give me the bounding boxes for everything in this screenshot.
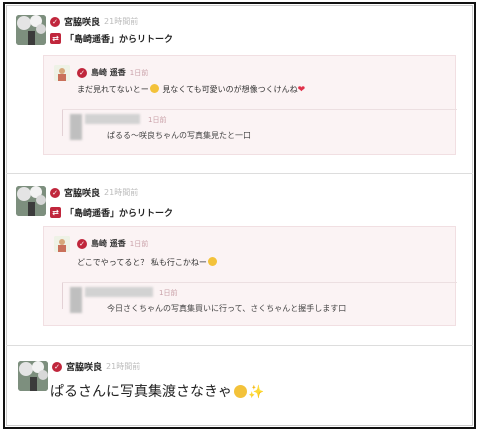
post-text-content: ぱるさんに写真集渡さなきゃ: [50, 384, 232, 400]
timestamp: 1日前: [129, 239, 149, 248]
retalk-label[interactable]: 「島崎遥香」からリトーク: [65, 32, 173, 45]
quoted-text-part: 見なくても可愛いのが想像つくけんね: [162, 85, 298, 94]
quoted-author-name[interactable]: 島崎 遥香: [91, 238, 126, 249]
retalk-icon: ⇄: [50, 207, 61, 218]
retalk-row: ⇄ 「島崎遥香」からリトーク: [50, 206, 173, 219]
verified-badge-icon: ✓: [77, 67, 87, 78]
retalk-row: ⇄ 「島崎遥香」からリトーク: [50, 32, 173, 45]
avatar[interactable]: [16, 15, 46, 45]
timestamp: 21時間前: [106, 362, 141, 371]
quoted-post[interactable]: ✓ 島崎 遥香 1日前 どこでやってると？ 私も行こかねー 1日前 今日さくちゃ…: [43, 226, 457, 326]
nested-text: ぱるる〜咲良ちゃんの写真集見たと一口: [107, 131, 251, 140]
quoted-author-row: ✓ 島崎 遥香 1日前: [77, 67, 148, 78]
blurred-name: [85, 287, 153, 297]
nested-quoted-post[interactable]: 1日前 今日さくちゃんの写真集買いに行って、さくちゃんと握手します口: [62, 282, 457, 325]
avatar[interactable]: [16, 186, 46, 216]
smiley-emoji-icon: [234, 385, 247, 398]
post: ✓ 宮脇咲良 21時間前 ⇄ 「島崎遥香」からリトーク ✓ 島崎 遥香 1日前 …: [10, 186, 466, 336]
verified-badge-icon: ✓: [50, 187, 60, 198]
timestamp: 21時間前: [104, 188, 139, 197]
post: ✓ 宮脇咲良 21時間前 ⇄ 「島崎遥香」からリトーク ✓ 島崎 遥香 1日前 …: [10, 15, 466, 165]
timestamp: 21時間前: [104, 17, 139, 26]
author-row: ✓ 宮脇咲良 21時間前: [50, 186, 138, 199]
verified-badge-icon: ✓: [52, 361, 62, 372]
quote-bar: [62, 283, 63, 309]
author-name[interactable]: 宮脇咲良: [64, 15, 100, 28]
nested-quoted-post[interactable]: 1日前 ぱるる〜咲良ちゃんの写真集見たと一口: [62, 109, 457, 152]
avatar[interactable]: [18, 361, 48, 391]
quoted-author-row: ✓ 島崎 遥香 1日前: [77, 238, 148, 249]
smiley-emoji-icon: [207, 257, 217, 266]
timestamp: 1日前: [129, 68, 149, 77]
author-row: ✓ 宮脇咲良 21時間前: [52, 360, 140, 373]
quoted-post[interactable]: ✓ 島崎 遥香 1日前 まだ見れてないとー 見なくても可愛いのが想像つくけんね❤…: [43, 55, 457, 155]
verified-badge-icon: ✓: [50, 16, 60, 27]
blurred-avatar: [70, 287, 82, 313]
verified-badge-icon: ✓: [77, 238, 87, 249]
retalk-icon: ⇄: [50, 33, 61, 44]
retalk-label[interactable]: 「島崎遥香」からリトーク: [65, 206, 173, 219]
sparkles-emoji-icon: ✨: [248, 385, 265, 400]
avatar[interactable]: [54, 236, 70, 252]
avatar[interactable]: [54, 65, 70, 81]
quoted-text-part: どこでやってると？ 私も行こかねー: [77, 258, 207, 267]
author-row: ✓ 宮脇咲良 21時間前: [50, 15, 138, 28]
author-name[interactable]: 宮脇咲良: [66, 360, 102, 373]
blurred-name: [85, 114, 140, 124]
nested-text: 今日さくちゃんの写真集買いに行って、さくちゃんと握手します口: [107, 304, 347, 313]
post-text: ぱるさんに写真集渡さなきゃ ✨: [50, 381, 264, 401]
timestamp: 1日前: [148, 116, 167, 124]
quoted-text: まだ見れてないとー 見なくても可愛いのが想像つくけんね❤: [77, 84, 305, 95]
heart-emoji-icon: ❤: [297, 85, 306, 95]
quote-bar: [62, 110, 63, 136]
timestamp: 1日前: [159, 289, 178, 297]
quoted-text-part: まだ見れてないとー: [77, 85, 149, 94]
blurred-avatar: [70, 114, 82, 140]
quoted-text: どこでやってると？ 私も行こかねー: [77, 257, 218, 268]
quoted-author-name[interactable]: 島崎 遥香: [91, 67, 126, 78]
divider: [6, 345, 473, 346]
divider: [6, 173, 473, 174]
smiley-emoji-icon: [149, 84, 159, 93]
author-name[interactable]: 宮脇咲良: [64, 186, 100, 199]
